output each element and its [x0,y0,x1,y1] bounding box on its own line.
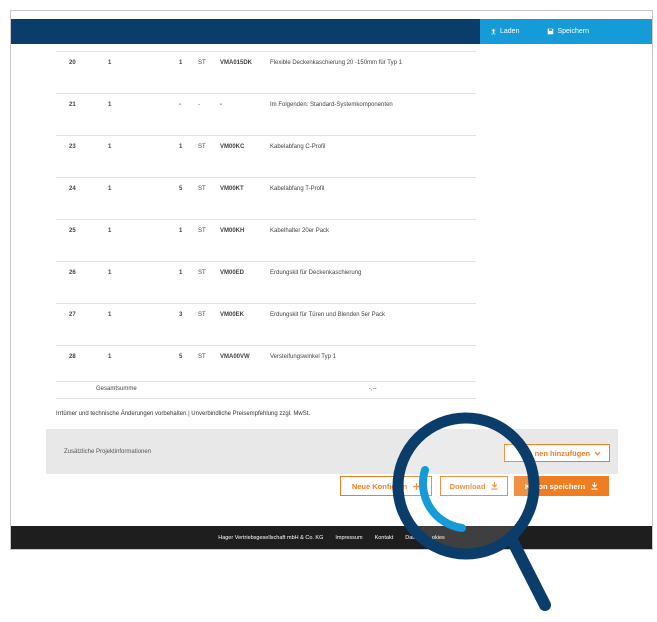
row-position: 26 [69,270,76,276]
row-count: 5 [179,186,183,192]
footer-cookies-link[interactable]: okies [432,535,445,541]
row-article-code: VMA00VW [220,354,250,360]
row-count: 1 [179,270,183,276]
save-position-button[interactable]: K ion speichern [514,476,609,496]
row-position: 24 [69,186,76,192]
row-article-code: VM00KT [220,186,244,192]
table-row: 26 1 1 ST VM00ED Erdungskit für Deckenkaschie… [56,261,476,303]
row-quantity: 1 [108,228,112,234]
row-unit: ST [198,312,206,318]
row-unit: ST [198,354,206,360]
table-row: 21 1 - - - Im Folgenden: Standard-Systemkompo… [56,93,476,135]
row-article-code: - [220,102,222,108]
footer-contact-link[interactable]: Kontakt [375,535,394,541]
row-position: 28 [69,354,76,360]
browser-window: Laden Speichern 20 1 1 ST VMA015DK Flexible D… [10,10,653,550]
add-info-label: nen hinzufügen [534,448,590,458]
total-label: Gesamtsumme [96,386,137,392]
download-label: Download [449,481,486,491]
row-quantity: 1 [108,144,112,150]
add-info-button[interactable]: nen hinzufügen [504,444,610,462]
row-quantity: 1 [108,186,112,192]
plus-icon [413,482,421,490]
configuration-table: 20 1 1 ST VMA015DK Flexible Deckenkaschierung… [56,51,476,387]
row-article-code: VMA015DK [220,60,253,66]
row-description: Im Folgenden: Standard-Systemkomponenten [270,102,393,108]
row-description: Kabelhalter 20er Pack [270,228,330,234]
load-button[interactable]: Laden [490,28,519,35]
row-description: Erdungskit für Deckenkaschierung [270,270,362,276]
new-config-label: Neue Konfigu [351,481,401,491]
total-value: -,-- [369,386,377,392]
chevron-down-icon [594,451,601,456]
row-unit: - [198,102,200,108]
total-row: Gesamtsumme -,-- [56,381,476,399]
row-unit: ST [198,60,206,66]
row-description: Erdungskit für Türen und Blenden 5er Pac… [270,312,385,318]
row-count: 3 [179,312,183,318]
row-quantity: 1 [108,102,112,108]
table-row: 23 1 1 ST VM00KC Kabelabfang C-Profil [56,135,476,177]
upload-icon [491,28,496,35]
row-quantity: 1 [108,354,112,360]
footer: Hager Vertriebsgesellschaft mbH & Co. KG… [11,526,652,549]
row-quantity: 1 [108,312,112,318]
row-unit: ST [198,144,206,150]
row-unit: ST [198,228,206,234]
row-article-code: VM00KC [220,144,245,150]
table-row: 24 1 5 ST VM00KT Kabelabfang T-Profil [56,177,476,219]
footer-company: Hager Vertriebsgesellschaft mbH & Co. KG [218,534,324,541]
download-button[interactable]: Download [440,476,508,496]
row-article-code: VM00KH [220,228,245,234]
top-action-group: Laden Speichern [480,19,652,44]
download-icon [491,482,498,490]
save-button[interactable]: Speichern [547,28,589,35]
row-position: 20 [69,60,76,66]
row-position: 21 [69,102,76,108]
footer-imprint-link[interactable]: Impressum [335,535,362,541]
download-icon [591,482,598,490]
save-label: Speichern [557,28,589,35]
row-unit: ST [198,186,206,192]
disclaimer-text: Irrtümer und technische Änderungen vorbe… [56,411,311,417]
row-position: 25 [69,228,76,234]
floppy-icon [548,28,554,35]
project-info-label: Zusätzliche Projektinformationen [64,449,152,455]
table-row: 20 1 1 ST VMA015DK Flexible Deckenkaschierung… [56,51,476,93]
row-quantity: 1 [108,60,112,66]
row-count: 1 [179,228,183,234]
top-navigation-bar: Laden Speichern [11,19,652,44]
table-row: 27 1 3 ST VM00EK Erdungskit für Türen und Ble… [56,303,476,345]
new-config-label-tail: n [402,481,408,491]
row-position: 23 [69,144,76,150]
row-description: Kabelabfang T-Profil [270,186,325,192]
row-description: Kabelabfang C-Profil [270,144,326,150]
project-info-panel: Zusätzliche Projektinformationen nen hin… [46,429,618,474]
row-position: 27 [69,312,76,318]
row-article-code: VM00ED [220,270,245,276]
row-count: 1 [179,60,183,66]
row-count: 5 [179,354,183,360]
table-row: 25 1 1 ST VM00KH Kabelhalter 20er Pack [56,219,476,261]
footer-privacy-link[interactable]: Daten [405,535,420,541]
row-article-code: VM00EK [220,312,245,318]
row-count: 1 [179,144,183,150]
load-label: Laden [500,28,520,35]
row-description: Flexible Deckenkaschierung 20 -150mm für… [270,60,402,66]
save-position-lead: K [524,481,531,491]
row-description: Versteifungswinkel Typ 1 [270,354,336,360]
save-position-label: ion speichern [536,481,586,491]
row-quantity: 1 [108,270,112,276]
row-unit: ST [198,270,206,276]
new-configuration-button[interactable]: Neue Konfigu n [340,476,432,496]
row-count: - [179,102,181,108]
